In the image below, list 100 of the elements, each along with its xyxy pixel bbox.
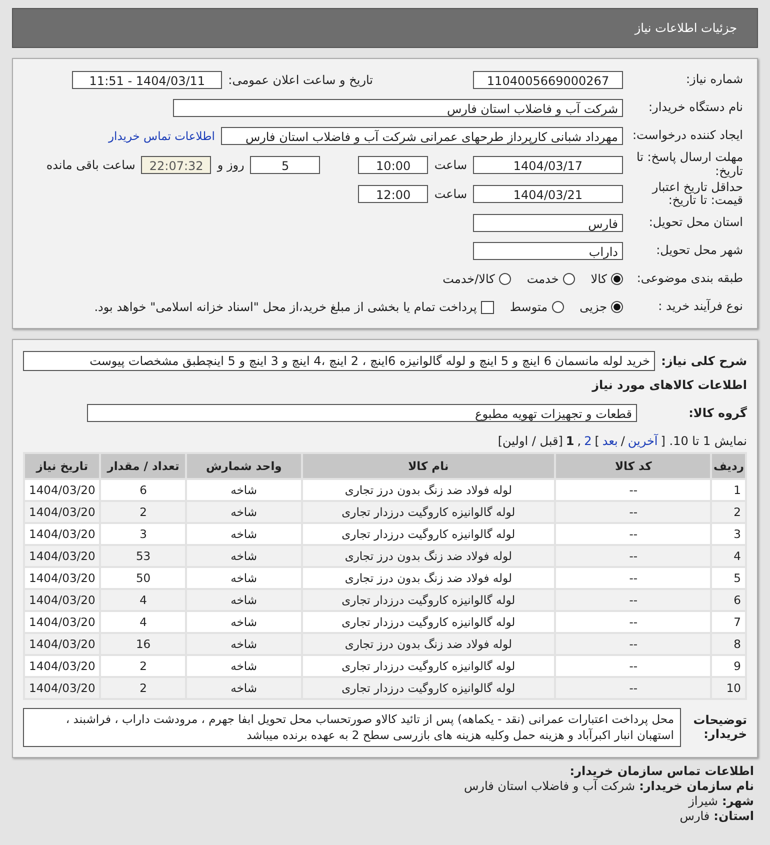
- table-cell: شاخه: [187, 634, 300, 654]
- table-cell: 1404/03/20: [25, 524, 100, 544]
- radio-button[interactable]: [611, 301, 623, 314]
- table-cell: لوله گالوانیزه کاروگیت درزدار تجاری: [302, 678, 554, 698]
- days-label: روز و: [217, 158, 244, 172]
- remaining-label: ساعت باقی مانده: [46, 158, 136, 172]
- table-cell: لوله گالوانیزه کاروگیت درزدار تجاری: [302, 502, 554, 522]
- contact-label: استان:: [714, 809, 754, 824]
- table-cell: شاخه: [187, 524, 300, 544]
- radio-label: کالا/خدمت: [442, 272, 495, 286]
- column-header: واحد شمارش: [187, 454, 300, 478]
- table-cell: 1404/03/20: [25, 678, 100, 698]
- buyer-org-field: شرکت آب و فاضلاب استان فارس: [173, 99, 623, 117]
- description-field: خرید لوله مانسمان 6 اینچ و 5 اینچ و لوله گالوانیزه 6اینچ ، 2 اینچ ،4 اینچ و 3 اینچ و 5 اینچطبق مشخصات پیوست: [23, 351, 656, 372]
- table-cell: 4: [101, 612, 186, 632]
- time-field: 10:00: [358, 156, 428, 174]
- table-cell: 1404/03/20: [25, 656, 100, 676]
- remaining-time-field: 22:07:32: [141, 156, 212, 174]
- time-label: ساعت: [434, 158, 467, 172]
- contact-label: نام سازمان خریدار:: [639, 779, 754, 794]
- table-cell: 3: [101, 524, 186, 544]
- page-title: جزئیات اطلاعات نیاز: [634, 21, 737, 35]
- contact-value: شرکت آب و فاضلاب استان فارس: [464, 779, 636, 794]
- field-label: طبقه بندی موضوعی:: [636, 272, 743, 286]
- field-label: نوع فرآیند خرید :: [657, 300, 743, 314]
- table-cell: --: [556, 568, 710, 588]
- buyer-contact-link[interactable]: اطلاعات تماس خریدار: [108, 129, 215, 143]
- table-cell: 1404/03/20: [25, 568, 100, 588]
- table-cell: --: [556, 480, 710, 500]
- radio-button[interactable]: [498, 273, 511, 286]
- table-cell: شاخه: [187, 546, 300, 566]
- province-field: فارس: [473, 214, 623, 232]
- table-cell: لوله گالوانیزه کاروگیت درزدار تجاری: [302, 656, 554, 676]
- table-cell: شاخه: [187, 590, 300, 610]
- radio-label: متوسط: [510, 300, 548, 314]
- table-cell: 1404/03/20: [25, 480, 100, 500]
- radio-button[interactable]: [611, 273, 623, 286]
- table-cell: 6: [712, 590, 745, 610]
- table-cell: 1404/03/20: [25, 612, 100, 632]
- date-field: 1404/03/21: [473, 185, 623, 204]
- pagination-link[interactable]: آخرین: [628, 434, 658, 448]
- table-cell: شاخه: [187, 656, 300, 676]
- checkbox-label: پرداخت تمام یا بخشی از مبلغ خرید،از محل "اسناد خزانه اسلامی" خواهد بود.: [94, 300, 477, 314]
- field-label: شهر محل تحویل:: [655, 244, 743, 258]
- pagination-text: ]: [594, 434, 600, 448]
- field-label: مهلت ارسال پاسخ: تا تاریخ:: [635, 151, 743, 179]
- field-label: تاریخ و ساعت اعلان عمومی:: [228, 73, 373, 87]
- buyer-notes-field: محل پرداخت اعتبارات عمرانی (نقد - یکماهه) پس از تائید کالاو صورتحساب محل تحویل ابفا جهرم ، مرودشت داراب ، فراشبند ، استهبان انبار اکبرآباد و هزینه حمل وکلیه هزینه های بازرسی سطح 2 به عهده برنده میباشد: [23, 708, 681, 748]
- table-cell: شاخه: [187, 568, 300, 588]
- current-page: 1: [566, 434, 574, 448]
- table-cell: 2: [101, 502, 186, 522]
- table-cell: 4: [712, 546, 745, 566]
- field-label: توضیحات خریدار:: [692, 714, 747, 742]
- table-cell: 16: [101, 634, 186, 654]
- table-cell: --: [556, 590, 710, 610]
- table-cell: 1: [712, 480, 745, 500]
- time-label: ساعت: [434, 187, 467, 202]
- section-heading: اطلاعات کالاهای مورد نیاز: [590, 378, 747, 392]
- radio-button[interactable]: [552, 301, 564, 314]
- pagination-text: [قبل / اولین]: [498, 434, 563, 448]
- section-heading: اطلاعات تماس سازمان خریدار:: [568, 764, 754, 779]
- table-cell: 1404/03/20: [25, 634, 100, 654]
- table-cell: لوله فولاد ضد زنگ بدون درز تجاری: [302, 480, 554, 500]
- contact-label: شهر:: [722, 794, 754, 810]
- announce-date-field: 1404/03/11 - 11:51: [72, 71, 222, 89]
- table-cell: 2: [101, 656, 186, 676]
- date-field: 1404/03/17: [473, 156, 623, 174]
- pagination-link[interactable]: بعد: [602, 434, 618, 448]
- table-cell: --: [556, 502, 710, 522]
- pagination-text: ,: [577, 434, 582, 448]
- table-cell: 6: [101, 480, 186, 500]
- table-cell: لوله گالوانیزه کاروگیت درزدار تجاری: [302, 612, 554, 632]
- table-cell: 5: [712, 568, 745, 588]
- table-cell: لوله فولاد ضد زنگ بدون درز تجاری: [302, 546, 554, 566]
- table-cell: 4: [101, 590, 186, 610]
- table-cell: --: [556, 524, 710, 544]
- table-cell: لوله فولاد ضد زنگ بدون درز تجاری: [302, 634, 554, 654]
- need-number-field: 1104005669000267: [473, 71, 623, 89]
- table-cell: --: [556, 546, 710, 566]
- pagination-text: نمایش 1 تا 10. [: [660, 434, 747, 448]
- field-label: شماره نیاز:: [685, 73, 743, 87]
- table-cell: 9: [712, 656, 745, 676]
- table-cell: 2: [712, 502, 745, 522]
- city-field: داراب: [473, 242, 623, 260]
- table-cell: شاخه: [187, 678, 300, 698]
- radio-button[interactable]: [562, 273, 575, 286]
- pagination-link[interactable]: 2: [584, 434, 592, 448]
- table-cell: شاخه: [187, 612, 300, 632]
- table-cell: 7: [712, 612, 745, 632]
- table-cell: --: [556, 656, 710, 676]
- table-cell: لوله فولاد ضد زنگ بدون درز تجاری: [302, 568, 554, 588]
- field-label: گروه کالا:: [688, 406, 747, 420]
- table-cell: 50: [101, 568, 186, 588]
- field-label: شرح کلی نیاز:: [661, 354, 747, 368]
- radio-label: کالا: [590, 272, 607, 286]
- table-cell: لوله گالوانیزه کاروگیت درزدار تجاری: [302, 590, 554, 610]
- table-cell: 2: [101, 678, 186, 698]
- table-cell: --: [556, 634, 710, 654]
- checkbox[interactable]: [480, 300, 494, 314]
- field-label: ایجاد کننده درخواست:: [631, 129, 743, 143]
